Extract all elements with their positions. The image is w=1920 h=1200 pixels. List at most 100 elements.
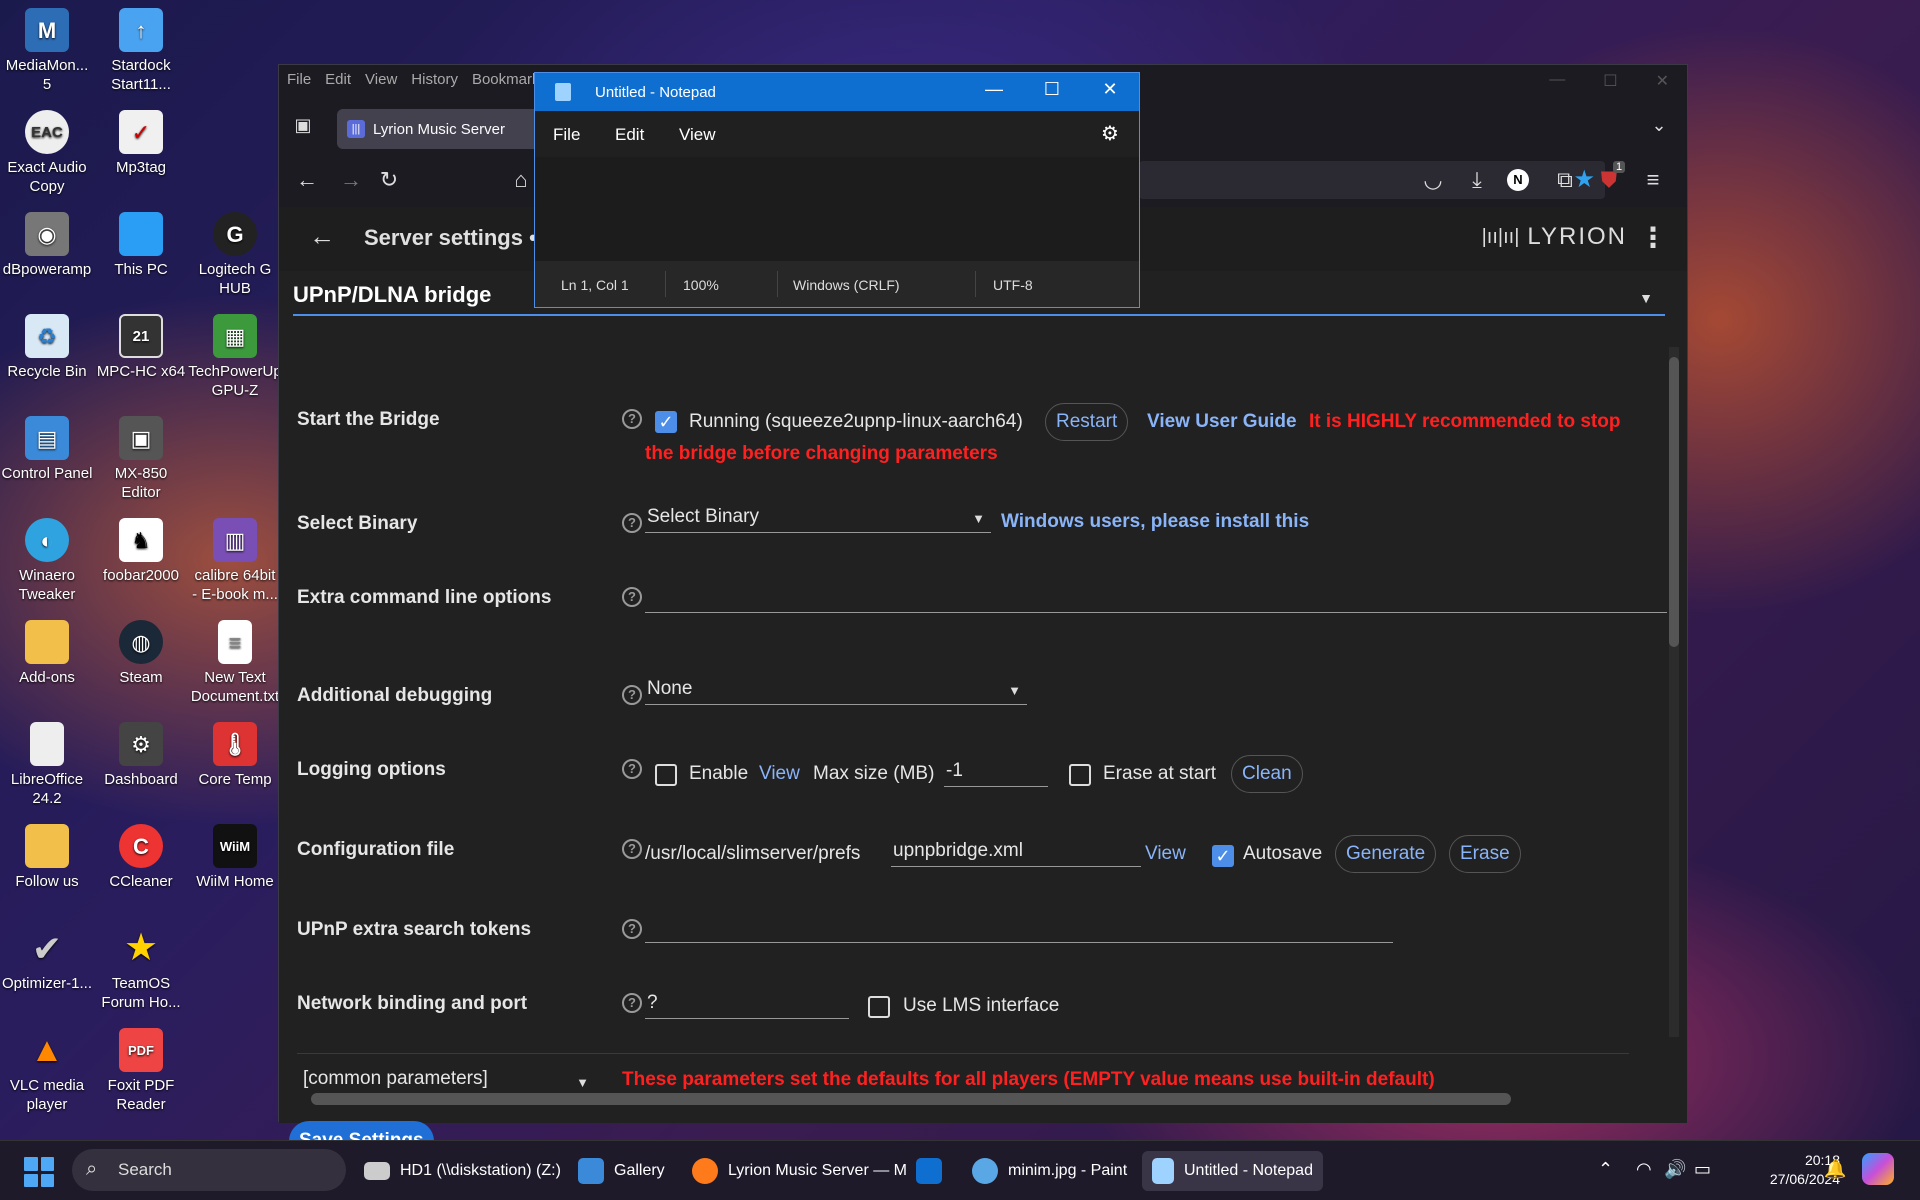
chevron-up-icon[interactable]: ⌃ (1598, 1159, 1613, 1180)
volume-icon[interactable]: 🔊 (1664, 1159, 1686, 1180)
notepad-text-area[interactable] (535, 157, 1139, 261)
use-lms-checkbox[interactable] (868, 996, 890, 1018)
minimize-icon[interactable]: — (979, 79, 1009, 100)
logging-enable-checkbox[interactable] (655, 764, 677, 786)
help-icon[interactable]: ? (622, 839, 642, 859)
reload-icon[interactable]: ↻ (375, 167, 403, 193)
home-icon[interactable]: ⌂ (507, 167, 535, 193)
desktop-icon-eac[interactable]: EAC Exact Audio Copy (0, 110, 94, 196)
url-bar[interactable]: ★ (1139, 161, 1605, 199)
taskbar-app-paint[interactable]: minim.jpg - Paint (972, 1151, 1127, 1191)
desktop-icon-wiim[interactable]: WiiM WiiM Home (188, 824, 282, 891)
desktop-icon-ccleaner[interactable]: C CCleaner (94, 824, 188, 891)
desktop-icon-dashboard[interactable]: ⚙ Dashboard (94, 722, 188, 789)
desktop-icon-teamos[interactable]: ★ TeamOS Forum Ho... (94, 926, 188, 1012)
start-bridge-checkbox[interactable]: ✓ (655, 411, 677, 433)
menu-view[interactable]: View (365, 71, 397, 88)
minimize-icon[interactable]: — (1549, 71, 1565, 91)
close-icon[interactable]: ✕ (1656, 71, 1669, 91)
back-icon[interactable]: ← (293, 167, 321, 193)
taskbar-app-drive[interactable]: HD1 (\\diskstation) (Z:) (364, 1151, 561, 1191)
desktop-icon-stardock[interactable]: ↑ Stardock Start11... (94, 8, 188, 94)
scrollbar-thumb[interactable] (1669, 357, 1679, 647)
desktop-icon-gpu-z[interactable]: ▦ TechPowerUp GPU-Z (188, 314, 282, 400)
clean-button[interactable]: Clean (1231, 755, 1303, 793)
erase-at-start-checkbox[interactable] (1069, 764, 1091, 786)
copilot-icon[interactable] (1862, 1153, 1894, 1185)
taskbar-app-notepad[interactable]: Untitled - Notepad (1142, 1151, 1323, 1191)
taskbar-search[interactable]: ⌕ Search (72, 1149, 346, 1191)
profile-avatar[interactable]: N (1507, 169, 1529, 191)
scrollbar-thumb[interactable] (311, 1093, 1511, 1105)
help-icon[interactable]: ? (622, 993, 642, 1013)
menu-file[interactable]: File (287, 71, 311, 88)
tab-overview-icon[interactable]: ▣ (289, 115, 317, 136)
help-icon[interactable]: ? (622, 685, 642, 705)
notepad-menu-view[interactable]: View (679, 125, 716, 145)
taskbar-app-firefox[interactable]: Lyrion Music Server — M (692, 1151, 907, 1191)
horizontal-scrollbar[interactable] (311, 1093, 1511, 1105)
config-view-link[interactable]: View (1145, 843, 1186, 865)
desktop-icon-logitech[interactable]: G Logitech G HUB (188, 212, 282, 298)
extra-cmd-input[interactable] (645, 583, 1667, 613)
forward-icon[interactable]: → (337, 167, 365, 193)
network-binding-input[interactable]: ? (645, 989, 849, 1019)
tab-lyrion[interactable]: ||| Lyrion Music Server (337, 109, 557, 149)
list-all-tabs-icon[interactable]: ⌄ (1645, 115, 1673, 136)
desktop-icon-vlc[interactable]: ▲ VLC media player (0, 1028, 94, 1114)
desktop-icon-optimizer[interactable]: ✔ Optimizer-1... (0, 926, 94, 993)
desktop-icon-follow-us[interactable]: Follow us (0, 824, 94, 891)
desktop-icon-foobar[interactable]: ♞ foobar2000 (94, 518, 188, 585)
close-icon[interactable]: ✕ (1095, 79, 1125, 100)
desktop-icon-this-pc[interactable]: This PC (94, 212, 188, 279)
notepad-titlebar[interactable]: Untitled - Notepad — ☐ ✕ (535, 73, 1139, 111)
menu-edit[interactable]: Edit (325, 71, 351, 88)
help-icon[interactable]: ? (622, 409, 642, 429)
restart-button[interactable]: Restart (1045, 403, 1129, 441)
desktop-icon-mx850[interactable]: ▣ MX-850 Editor (94, 416, 188, 502)
more-vert-icon[interactable]: ⋮ (1639, 221, 1667, 254)
desktop-icon-recycle-bin[interactable]: ♻ Recycle Bin (0, 314, 94, 381)
desktop-icon-core-temp[interactable]: 🌡 Core Temp (188, 722, 282, 789)
desktop-icon-calibre[interactable]: ▥ calibre 64bit - E-book m... (188, 518, 282, 604)
desktop-icon-foxit[interactable]: PDF Foxit PDF Reader (94, 1028, 188, 1114)
download-icon[interactable]: ⤓ (1463, 167, 1491, 193)
view-user-guide-link[interactable]: View User Guide (1147, 411, 1297, 433)
config-file-input[interactable]: upnpbridge.xml (891, 837, 1141, 867)
desktop-icon-libreoffice[interactable]: LibreOffice 24.2 (0, 722, 94, 808)
desktop-icon-control-panel[interactable]: ▤ Control Panel (0, 416, 94, 483)
menu-history[interactable]: History (411, 71, 458, 88)
notepad-menu-edit[interactable]: Edit (615, 125, 644, 145)
back-arrow-icon[interactable]: ← (309, 221, 335, 252)
logging-view-link[interactable]: View (759, 763, 800, 785)
gear-icon[interactable]: ⚙ (1101, 121, 1119, 146)
help-icon[interactable]: ? (622, 759, 642, 779)
help-icon[interactable]: ? (622, 919, 642, 939)
desktop-icon-steam[interactable]: ◍ Steam (94, 620, 188, 687)
desktop-icon-winaero[interactable]: ◐ Winaero Tweaker (0, 518, 94, 604)
desktop-icon-mp3tag[interactable]: ✓ Mp3tag (94, 110, 188, 177)
help-icon[interactable]: ? (622, 513, 642, 533)
battery-icon[interactable]: ▭ (1694, 1159, 1711, 1180)
maximize-icon[interactable]: ☐ (1603, 71, 1617, 91)
max-size-input[interactable]: -1 (944, 757, 1048, 787)
taskbar-app-outlook[interactable] (916, 1151, 952, 1191)
vertical-scrollbar[interactable] (1669, 347, 1679, 1037)
desktop-icon-mediamonkey[interactable]: M MediaMon... 5 (0, 8, 94, 94)
help-icon[interactable]: ? (622, 587, 642, 607)
desktop-icon-dbpoweramp[interactable]: ◉ dBpoweramp (0, 212, 94, 279)
windows-install-link[interactable]: Windows users, please install this (1001, 511, 1309, 533)
player-selector-dropdown[interactable]: [common parameters] ▼ (301, 1065, 593, 1095)
desktop-icon-mpc-hc[interactable]: 21 MPC-HC x64 (94, 314, 188, 381)
generate-button[interactable]: Generate (1335, 835, 1437, 873)
select-binary-dropdown[interactable]: Select Binary ▼ (645, 503, 991, 533)
notepad-menu-file[interactable]: File (553, 125, 580, 145)
notification-bell-icon[interactable]: 🔔 (1824, 1159, 1846, 1180)
start-button[interactable] (24, 1157, 54, 1187)
wifi-icon[interactable]: ◠ (1636, 1159, 1652, 1180)
autosave-checkbox[interactable]: ✓ (1212, 845, 1234, 867)
extensions-icon[interactable]: ⧉ (1551, 167, 1579, 193)
erase-button[interactable]: Erase (1449, 835, 1521, 873)
search-tokens-input[interactable] (645, 913, 1393, 943)
hamburger-menu-icon[interactable]: ≡ (1639, 167, 1667, 193)
